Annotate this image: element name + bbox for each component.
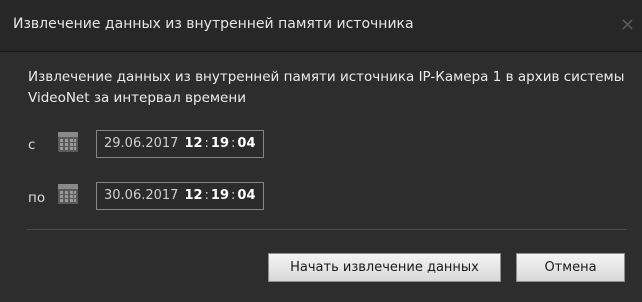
- to-hours: 12: [184, 188, 203, 203]
- dialog-title: Извлечение данных из внутренней памяти и…: [13, 16, 414, 32]
- from-time-value: 12:19:04: [184, 136, 256, 151]
- dialog-titlebar: Извлечение данных из внутренней памяти и…: [0, 0, 642, 52]
- to-minutes: 19: [210, 188, 230, 203]
- divider: [27, 229, 627, 230]
- calendar-icon[interactable]: [57, 131, 79, 153]
- to-date-value: 30.06.2017: [104, 188, 179, 203]
- cancel-button[interactable]: Отмена: [516, 253, 625, 282]
- close-icon[interactable]: ×: [620, 13, 642, 37]
- from-seconds: 04: [237, 136, 256, 151]
- from-minutes: 19: [210, 136, 230, 151]
- from-label: с: [28, 137, 36, 153]
- calendar-icon[interactable]: [57, 183, 79, 205]
- start-extraction-button[interactable]: Начать извлечение данных: [268, 253, 501, 282]
- to-time-value: 12:19:04: [184, 188, 256, 203]
- to-label: по: [28, 190, 46, 206]
- to-seconds: 04: [237, 188, 256, 203]
- dialog-description: Извлечение данных из внутренней памяти и…: [28, 69, 625, 106]
- extract-data-dialog: Извлечение данных из внутренней памяти и…: [0, 0, 642, 302]
- from-hours: 12: [184, 136, 203, 151]
- from-datetime-input[interactable]: 29.06.2017 12:19:04: [96, 130, 264, 158]
- to-datetime-input[interactable]: 30.06.2017 12:19:04: [96, 182, 264, 210]
- from-date-value: 29.06.2017: [104, 136, 179, 151]
